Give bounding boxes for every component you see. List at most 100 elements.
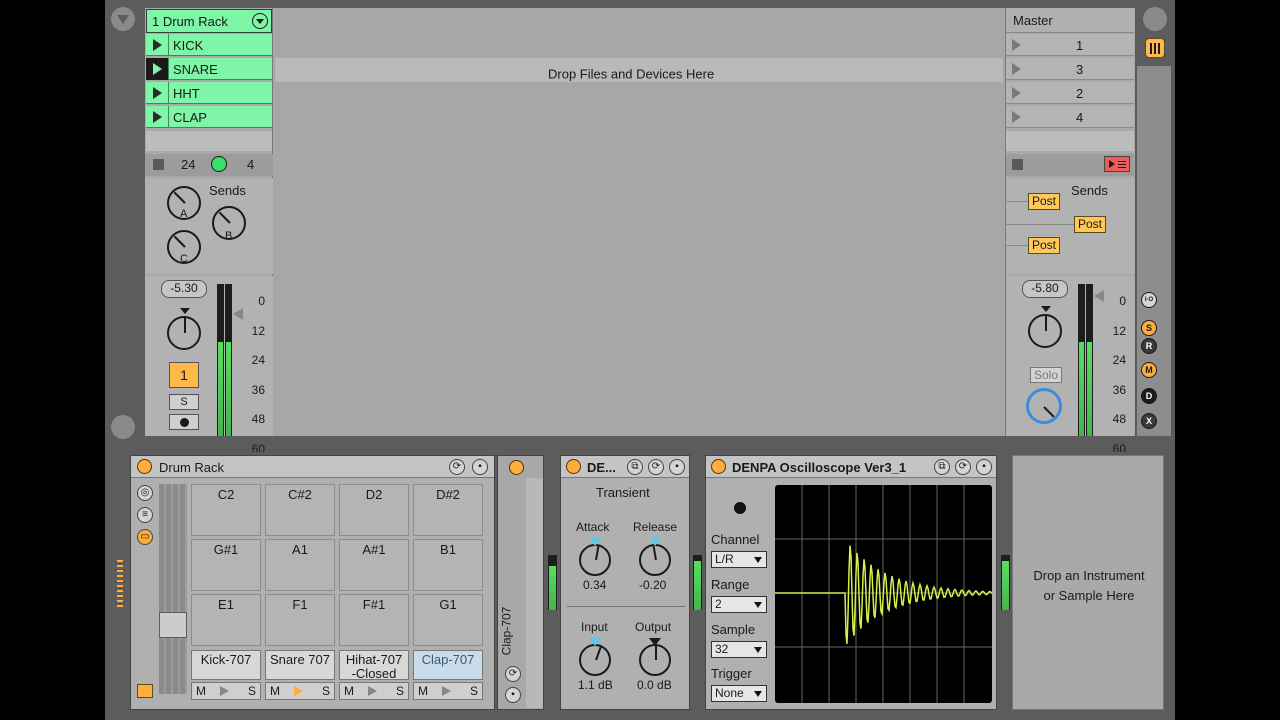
io-toggle-icon[interactable]: I-O xyxy=(1141,292,1157,308)
master-empty-slot[interactable] xyxy=(1006,131,1134,151)
trigger-select[interactable]: None xyxy=(711,685,767,702)
pad-overview-grid[interactable] xyxy=(159,484,187,694)
io-knob-icon[interactable] xyxy=(211,156,227,172)
track-menu-icon[interactable] xyxy=(252,13,268,29)
post-button-b[interactable]: Post xyxy=(1074,216,1107,233)
oscilloscope-hot-swap-icon[interactable]: ⟳ xyxy=(955,459,971,475)
pan-knob[interactable] xyxy=(167,316,201,350)
post-button-c[interactable]: Post xyxy=(1028,237,1061,254)
scene-slot[interactable]: 1 xyxy=(1006,34,1134,56)
pad-play-icon[interactable] xyxy=(368,686,377,696)
attack-knob[interactable] xyxy=(579,544,611,576)
sample-select[interactable]: 32 xyxy=(711,641,767,658)
delay-toggle-icon[interactable]: D xyxy=(1141,388,1157,404)
menu-icon[interactable] xyxy=(1143,7,1167,31)
channel-select[interactable]: L/R xyxy=(711,551,767,568)
scene-slot[interactable]: 2 xyxy=(1006,82,1134,104)
pad-mute-button[interactable]: M xyxy=(418,684,428,698)
track-header[interactable]: 1 Drum Rack xyxy=(146,9,272,33)
pad-play-icon[interactable] xyxy=(294,686,303,696)
output-knob[interactable] xyxy=(639,644,671,676)
input-knob[interactable] xyxy=(579,644,611,676)
grid-icon[interactable] xyxy=(111,415,135,439)
oscilloscope-power-button[interactable] xyxy=(711,459,726,474)
drum-pad-named[interactable]: Clap-707 xyxy=(413,650,483,680)
pad-solo-button[interactable]: S xyxy=(470,684,478,698)
collapse-arrow-icon[interactable] xyxy=(111,7,135,31)
sends-toggle-icon[interactable]: S xyxy=(1141,320,1157,336)
attack-value[interactable]: 0.34 xyxy=(583,578,606,592)
session-view-toggle-icon[interactable] xyxy=(1145,38,1165,58)
chain-save-icon[interactable]: ▪ xyxy=(505,687,521,703)
track-activator-button[interactable]: 1 xyxy=(169,362,199,388)
record-list-icon[interactable] xyxy=(1104,156,1130,172)
pad-mute-button[interactable]: M xyxy=(344,684,354,698)
drum-pad[interactable]: D2 xyxy=(339,484,409,536)
chain-list-icon[interactable]: ≡ xyxy=(137,507,153,523)
pad-view-icon[interactable]: ▭ xyxy=(137,529,153,545)
drum-pad[interactable]: E1 xyxy=(191,594,261,646)
drum-pad[interactable]: F1 xyxy=(265,594,335,646)
pad-play-icon[interactable] xyxy=(442,686,451,696)
drum-pad[interactable]: B1 xyxy=(413,539,483,591)
range-select[interactable]: 2 xyxy=(711,596,767,613)
input-value[interactable]: 1.1 dB xyxy=(578,678,613,692)
track-volume-field[interactable]: -5.30 xyxy=(161,280,207,298)
master-pan-knob[interactable] xyxy=(1028,314,1062,348)
device-power-button[interactable] xyxy=(137,459,152,474)
transient-hot-swap-icon[interactable]: ⟳ xyxy=(648,459,664,475)
clip-slot-snare[interactable]: SNARE xyxy=(146,58,272,80)
drum-pad[interactable]: G#1 xyxy=(191,539,261,591)
post-button-a[interactable]: Post xyxy=(1028,193,1061,210)
clip-slot-kick[interactable]: KICK xyxy=(146,34,272,56)
pad-solo-button[interactable]: S xyxy=(248,684,256,698)
oscilloscope-save-icon[interactable]: ▪ xyxy=(976,459,992,475)
pad-overview-jump-icon[interactable] xyxy=(137,684,153,698)
release-value[interactable]: -0.20 xyxy=(639,578,666,592)
output-value[interactable]: 0.0 dB xyxy=(637,678,672,692)
drum-pad[interactable]: G1 xyxy=(413,594,483,646)
drop-files-strip[interactable]: Drop Files and Devices Here xyxy=(275,58,1003,82)
pad-play-icon[interactable] xyxy=(220,686,229,696)
clip-slot-clap[interactable]: CLAP xyxy=(146,106,272,128)
drum-pad-named[interactable]: Snare 707 xyxy=(265,650,335,680)
drum-pad[interactable]: F#1 xyxy=(339,594,409,646)
drum-pad[interactable]: D#2 xyxy=(413,484,483,536)
stop-button[interactable] xyxy=(153,159,164,170)
mixer-toggle-icon[interactable]: M xyxy=(1141,362,1157,378)
scene-slot[interactable]: 3 xyxy=(1006,58,1134,80)
clip-launch-button[interactable] xyxy=(146,82,168,104)
arm-button[interactable] xyxy=(169,414,199,430)
clip-launch-button[interactable] xyxy=(146,58,168,80)
empty-clip-slot[interactable] xyxy=(146,131,272,151)
drum-pad[interactable]: C2 xyxy=(191,484,261,536)
drop-instrument-area[interactable]: Drop an Instrument or Sample Here xyxy=(1012,455,1164,710)
oscilloscope-macro-icon[interactable]: ⧉ xyxy=(934,459,950,475)
drum-pad-named[interactable]: Hihat-707 -Closed xyxy=(339,650,409,681)
fader-triangle-icon[interactable] xyxy=(233,308,243,320)
drum-pad[interactable]: A#1 xyxy=(339,539,409,591)
macro-view-icon[interactable]: ◎ xyxy=(137,485,153,501)
hot-swap-icon[interactable]: ⟳ xyxy=(449,459,465,475)
master-solo-button[interactable]: Solo xyxy=(1030,367,1062,383)
transient-header[interactable]: DE... ⧉ ⟳ ▪ xyxy=(561,456,689,478)
crossfader-toggle-icon[interactable]: X xyxy=(1141,413,1157,429)
transient-save-icon[interactable]: ▪ xyxy=(669,459,685,475)
scene-slot[interactable]: 4 xyxy=(1006,106,1134,128)
clip-launch-button[interactable] xyxy=(146,106,168,128)
clip-launch-button[interactable] xyxy=(146,34,168,56)
scene-launch-icon[interactable] xyxy=(1012,111,1021,123)
pad-mute-button[interactable]: M xyxy=(196,684,206,698)
drum-pad-named[interactable]: Kick-707 xyxy=(191,650,261,680)
stop-all-button[interactable] xyxy=(1012,159,1023,170)
transient-power-button[interactable] xyxy=(566,459,581,474)
pad-solo-button[interactable]: S xyxy=(322,684,330,698)
master-volume-field[interactable]: -5.80 xyxy=(1022,280,1068,298)
pad-solo-button[interactable]: S xyxy=(396,684,404,698)
master-header[interactable]: Master xyxy=(1006,8,1134,33)
device-scroll-dots-icon[interactable] xyxy=(117,560,123,610)
clip-slot-hht[interactable]: HHT xyxy=(146,82,272,104)
oscilloscope-header[interactable]: DENPA Oscilloscope Ver3_1 ⧉ ⟳ ▪ xyxy=(706,456,996,478)
chain-hot-swap-icon[interactable]: ⟳ xyxy=(505,666,521,682)
transient-macro-icon[interactable]: ⧉ xyxy=(627,459,643,475)
